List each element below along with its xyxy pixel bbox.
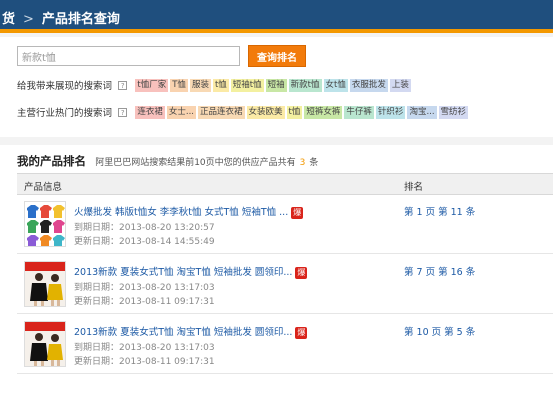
keyword-tag[interactable]: 牛仔裤	[344, 105, 374, 119]
rank-position-link[interactable]: 第 10 页 第 5 条	[404, 324, 475, 338]
product-thumbnail[interactable]	[24, 321, 66, 367]
update-date: 更新日期：2013-08-14 14:55:49	[74, 237, 215, 247]
results-count: 3	[299, 158, 306, 168]
expire-date: 到期日期：2013-08-20 13:17:03	[74, 283, 215, 293]
help-icon[interactable]: ?	[118, 107, 128, 117]
update-date: 更新日期：2013-08-11 09:17:31	[74, 297, 215, 307]
keyword-tag[interactable]: 衣服批发	[349, 78, 388, 92]
keyword-tag[interactable]: 雪纺衫	[438, 105, 469, 119]
keyword-tag[interactable]: 正品连衣裙	[198, 105, 245, 119]
table-row: 2013新款 夏装女式T恤 淘宝T恤 短袖批发 圆领印... 爆 到期日期：201…	[17, 256, 553, 314]
product-ranking-section: 我的产品排名 阿里巴巴网站搜索结果前10页中您的供应产品共有 3 条 产品信息 排名…	[0, 145, 553, 400]
keyword-tag[interactable]: 女t恤	[323, 78, 348, 92]
keyword-tag[interactable]: 短袖	[265, 78, 287, 92]
keyword-tag[interactable]: 针织衫	[375, 105, 406, 119]
exposure-keywords-label: 给我带来展现的搜索词	[17, 81, 113, 92]
keyword-tag[interactable]: 短裤女裤	[304, 105, 343, 119]
rank-position-link[interactable]: 第 1 页 第 11 条	[404, 204, 475, 218]
exposure-keyword-tags: t恤厂家 T恤 服装 t恤 短袖t恤 短袖 新款t恤 女t恤 衣服批发 上装	[135, 78, 412, 92]
hot-keyword-tags: 连衣裙 女士... 正品连衣裙 女装欧美 t恤 短裤女裤 牛仔裤 针织衫 淘宝... 雪纺衫	[135, 105, 470, 119]
table-row: 火爆批发 韩版t恤女 李李秋t恤 女式T恤 短袖T恤 ... 爆 到期日期：201…	[17, 196, 553, 254]
expire-date: 到期日期：2013-08-20 13:17:03	[74, 343, 215, 353]
keyword-tag[interactable]: 淘宝...	[407, 105, 437, 119]
product-thumbnail[interactable]	[24, 201, 66, 247]
product-title-text[interactable]: 2013新款 夏装女式T恤 淘宝T恤 短袖批发 圆领印...	[74, 267, 292, 278]
product-title-text[interactable]: 火爆批发 韩版t恤女 李李秋t恤 女式T恤 短袖T恤 ...	[74, 207, 288, 218]
help-icon[interactable]: ?	[118, 80, 128, 90]
keyword-tag[interactable]: t恤	[286, 105, 303, 119]
column-header-rank: 排名	[404, 182, 424, 193]
top-header-bar: 货 > 产品排名查询	[0, 0, 553, 33]
search-panel: 查询排名 给我带来展现的搜索词 ? t恤厂家T恤服装t恤短袖t恤短袖新款t恤女t…	[0, 37, 553, 137]
keyword-tag[interactable]: 连衣裙	[135, 105, 165, 119]
page-title: 产品排名查询	[41, 12, 120, 27]
model-photo-image	[25, 322, 65, 366]
keyword-tag[interactable]: 女装欧美	[246, 105, 285, 119]
update-date: 更新日期：2013-08-11 09:17:31	[74, 357, 215, 367]
keyword-tag[interactable]: 短袖t恤	[230, 78, 264, 92]
hot-badge: 爆	[295, 266, 308, 279]
model-photo-image	[25, 262, 65, 306]
product-title-link[interactable]: 2013新款 夏装女式T恤 淘宝T恤 短袖批发 圆领印... 爆	[74, 324, 308, 339]
product-title-link[interactable]: 火爆批发 韩版t恤女 李李秋t恤 女式T恤 短袖T恤 ... 爆	[74, 204, 304, 219]
results-desc-suffix: 条	[309, 158, 319, 168]
query-rank-button[interactable]: 查询排名	[248, 45, 306, 67]
keyword-tag[interactable]: 新款t恤	[288, 78, 322, 92]
tshirt-collage-image	[25, 202, 65, 246]
exposure-keywords-row: 给我带来展现的搜索词 ? t恤厂家 T恤 服装 t恤 短袖t恤 短袖 新款t恤 女t恤 衣服批发…	[17, 78, 413, 94]
hot-keywords-row: 主营行业热门的搜索词 ? 连衣裙 女士... 正品连衣裙 女装欧美 t恤 短裤女裤 牛仔裤针…	[17, 105, 470, 121]
rank-position-link[interactable]: 第 7 页 第 16 条	[404, 264, 475, 278]
results-desc-text: 阿里巴巴网站搜索结果前10页中您的供应产品共有	[95, 158, 296, 168]
table-header: 产品信息 排名	[17, 173, 553, 195]
product-title-text[interactable]: 2013新款 夏装女式T恤 淘宝T恤 短袖批发 圆领印...	[74, 327, 292, 338]
breadcrumb: 货 > 产品排名查询	[2, 8, 120, 27]
expire-date: 到期日期：2013-08-20 13:20:57	[74, 223, 215, 233]
table-row: 2013新款 夏装女式T恤 淘宝T恤 短袖批发 圆领印... 爆 到期日期：201…	[17, 316, 553, 374]
hot-keywords-label: 主营行业热门的搜索词	[17, 108, 113, 119]
product-thumbnail[interactable]	[24, 261, 66, 307]
column-header-product-info: 产品信息	[24, 182, 63, 193]
keyword-tag[interactable]: t恤厂家	[135, 78, 169, 92]
keyword-tag[interactable]: T恤	[170, 78, 188, 92]
breadcrumb-separator: >	[23, 12, 34, 27]
hot-badge: 爆	[295, 326, 308, 339]
keyword-search-input[interactable]	[17, 46, 240, 66]
keyword-tag[interactable]: t恤	[212, 78, 229, 92]
keyword-tag[interactable]: 服装	[189, 78, 211, 92]
breadcrumb-parent[interactable]: 货	[2, 12, 15, 27]
results-heading: 我的产品排名 阿里巴巴网站搜索结果前10页中您的供应产品共有 3 条	[17, 153, 318, 169]
results-description: 阿里巴巴网站搜索结果前10页中您的供应产品共有 3 条	[95, 158, 318, 168]
section-title: 我的产品排名	[17, 154, 86, 168]
product-title-link[interactable]: 2013新款 夏装女式T恤 淘宝T恤 短袖批发 圆领印... 爆	[74, 264, 308, 279]
keyword-tag[interactable]: 女士...	[166, 105, 197, 119]
keyword-tag[interactable]: 上装	[389, 78, 411, 92]
hot-badge: 爆	[291, 206, 304, 219]
